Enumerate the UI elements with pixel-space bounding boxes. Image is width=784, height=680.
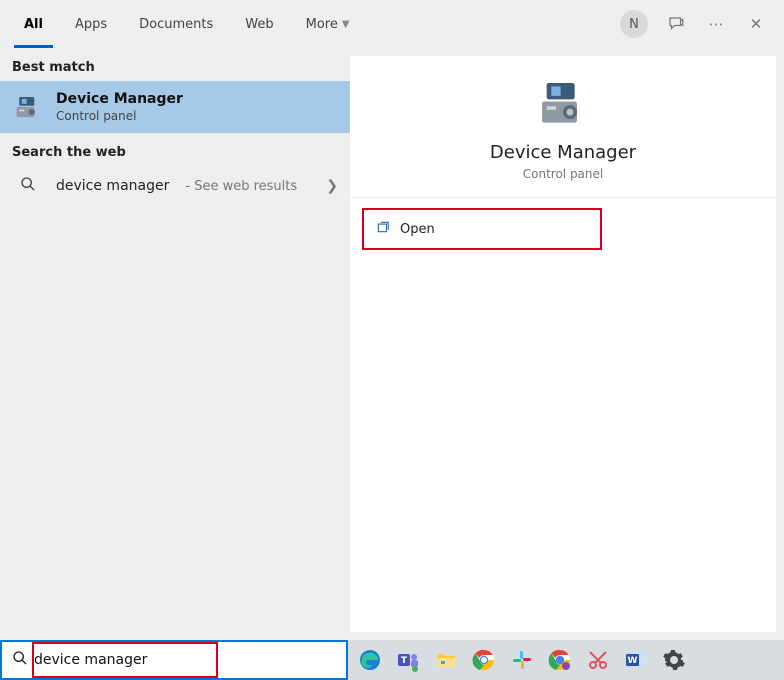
search-icon bbox=[12, 176, 44, 196]
device-manager-icon bbox=[535, 76, 591, 132]
svg-text:T: T bbox=[401, 656, 408, 666]
search-icon bbox=[12, 650, 28, 670]
tab-all[interactable]: All bbox=[8, 0, 59, 48]
detail-title: Device Manager bbox=[490, 142, 636, 163]
result-title: Device Manager bbox=[56, 91, 183, 107]
tab-documents[interactable]: Documents bbox=[123, 0, 229, 48]
chevron-right-icon: ❯ bbox=[326, 178, 338, 194]
result-subtitle: Control panel bbox=[56, 109, 183, 123]
search-header: All Apps Documents Web More ▼ N ⋯ ✕ bbox=[0, 0, 784, 48]
taskbar-chrome-icon[interactable] bbox=[468, 644, 500, 676]
tab-apps[interactable]: Apps bbox=[59, 0, 123, 48]
search-web-heading: Search the web bbox=[0, 133, 350, 166]
taskbar-word-icon[interactable]: W bbox=[620, 644, 652, 676]
taskbar-snip-icon[interactable] bbox=[582, 644, 614, 676]
result-text: Device Manager Control panel bbox=[56, 91, 183, 123]
detail-card: Device Manager Control panel Open bbox=[350, 56, 776, 632]
taskbar: T W bbox=[348, 640, 784, 680]
detail-column: Device Manager Control panel Open bbox=[350, 48, 784, 640]
user-avatar[interactable]: N bbox=[620, 10, 648, 38]
web-suffix-text: - See web results bbox=[185, 179, 297, 194]
web-query-text: device manager bbox=[56, 178, 169, 194]
results-column: Best match Device Manager Control panel … bbox=[0, 48, 350, 640]
tab-web[interactable]: Web bbox=[229, 0, 289, 48]
filter-tabs: All Apps Documents Web More ▼ bbox=[8, 0, 366, 48]
best-match-heading: Best match bbox=[0, 48, 350, 81]
taskbar-teams-icon[interactable]: T bbox=[392, 644, 424, 676]
taskbar-edge-icon[interactable] bbox=[354, 644, 386, 676]
taskbar-chrome-alt-icon[interactable] bbox=[544, 644, 576, 676]
search-input[interactable] bbox=[34, 642, 338, 678]
detail-subtitle: Control panel bbox=[523, 167, 603, 181]
svg-text:W: W bbox=[628, 656, 638, 666]
open-label: Open bbox=[400, 222, 435, 237]
tab-more[interactable]: More ▼ bbox=[290, 0, 366, 48]
taskbar-slack-icon[interactable] bbox=[506, 644, 538, 676]
close-icon[interactable]: ✕ bbox=[744, 12, 768, 36]
tab-more-label: More bbox=[306, 17, 338, 32]
result-device-manager[interactable]: Device Manager Control panel bbox=[0, 81, 350, 133]
open-button[interactable]: Open bbox=[362, 208, 602, 250]
open-icon bbox=[376, 220, 390, 238]
search-box[interactable] bbox=[0, 640, 348, 680]
more-icon[interactable]: ⋯ bbox=[704, 12, 728, 36]
device-manager-icon bbox=[12, 91, 44, 123]
taskbar-settings-icon[interactable] bbox=[658, 644, 690, 676]
feedback-icon[interactable] bbox=[664, 12, 688, 36]
detail-header: Device Manager Control panel bbox=[350, 56, 776, 198]
detail-actions: Open bbox=[350, 198, 776, 260]
chevron-down-icon: ▼ bbox=[342, 19, 350, 30]
web-result-row[interactable]: device manager - See web results ❯ bbox=[0, 166, 350, 206]
header-controls: N ⋯ ✕ bbox=[620, 10, 776, 38]
taskbar-file-explorer-icon[interactable] bbox=[430, 644, 462, 676]
